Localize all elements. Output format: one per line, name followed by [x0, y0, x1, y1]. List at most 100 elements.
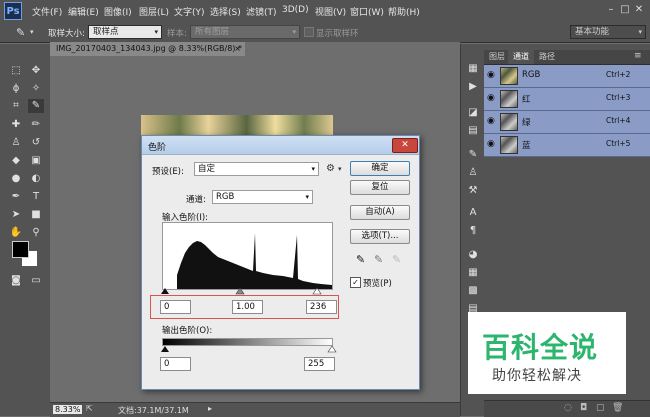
hand-tool-icon[interactable]: ✋	[8, 226, 24, 240]
menu-edit[interactable]: 编辑(E)	[68, 5, 99, 18]
character-panel-icon[interactable]: A	[465, 206, 481, 220]
channel-row-red[interactable]: ◉ 红 Ctrl+3	[484, 88, 650, 111]
quick-mask-icon[interactable]: ◙	[8, 274, 24, 288]
dialog-close-button[interactable]: ✕	[392, 138, 418, 153]
swatches-panel-icon[interactable]: ▦	[465, 266, 481, 280]
eye-icon[interactable]: ◉	[487, 70, 497, 80]
close-tab-icon[interactable]: ×	[234, 42, 241, 56]
minimize-button[interactable]: –	[604, 4, 618, 15]
dodge-tool-icon[interactable]: ◐	[28, 172, 44, 186]
eye-icon[interactable]: ◉	[487, 116, 497, 126]
eraser-tool-icon[interactable]: ◆	[8, 154, 24, 168]
path-select-icon[interactable]: ➤	[8, 208, 24, 222]
sample-size-select[interactable]: 取样点 ▾	[88, 25, 162, 39]
clone-stamp-icon[interactable]: ♙	[8, 136, 24, 150]
eyedropper-tool-icon[interactable]: ✎	[16, 26, 25, 39]
input-mid-slider-icon	[235, 287, 245, 295]
magic-wand-icon[interactable]: ✧	[28, 82, 44, 96]
menu-window[interactable]: 窗口(W)	[350, 5, 384, 18]
output-sliders[interactable]	[156, 345, 341, 353]
foreground-color-swatch-front[interactable]	[12, 241, 29, 258]
menu-view[interactable]: 视图(V)	[315, 5, 346, 18]
lasso-tool-icon[interactable]: ϕ	[8, 82, 24, 96]
channel-select[interactable]: RGB ▾	[212, 190, 313, 204]
tab-paths[interactable]: 路径	[534, 50, 560, 64]
menu-help[interactable]: 帮助(H)	[388, 5, 420, 18]
eye-icon[interactable]: ◉	[487, 93, 497, 103]
channel-row-green[interactable]: ◉ 绿 Ctrl+4	[484, 111, 650, 134]
blur-tool-icon[interactable]: ●	[8, 172, 24, 186]
tab-channels[interactable]: 通道	[508, 50, 534, 64]
type-tool-icon[interactable]: T	[28, 190, 44, 204]
adjustments-panel-icon[interactable]: ◪	[465, 106, 481, 120]
menu-image[interactable]: 图像(I)	[104, 5, 132, 18]
zoom-tool-icon[interactable]: ⚲	[28, 226, 44, 240]
auto-button[interactable]: 自动(A)	[350, 205, 410, 220]
input-white-field[interactable]: 236	[306, 300, 337, 314]
chevron-down-icon[interactable]: ▾	[338, 165, 342, 173]
crop-tool-icon[interactable]: ⌗	[8, 99, 24, 113]
panel-menu-icon[interactable]: ≡	[634, 51, 642, 61]
output-black-slider-icon	[161, 346, 169, 352]
styles-panel-icon[interactable]: ▩	[465, 284, 481, 298]
gradient-tool-icon[interactable]: ▣	[28, 154, 44, 168]
input-mid-field[interactable]: 1.00	[232, 300, 263, 314]
workspace-select[interactable]: 基本功能 ▾	[570, 25, 646, 39]
move-tool-icon[interactable]: ✥	[28, 64, 44, 78]
white-eyedropper-icon[interactable]: ✎	[392, 253, 401, 266]
tool-presets-icon[interactable]: ⚒	[465, 184, 481, 198]
paragraph-panel-icon[interactable]: ¶	[465, 224, 481, 238]
properties-panel-icon[interactable]: ▤	[465, 124, 481, 138]
menu-select[interactable]: 选择(S)	[210, 5, 241, 18]
screen-mode-icon[interactable]: ▭	[28, 274, 44, 288]
load-selection-icon[interactable]: ◌	[564, 403, 572, 413]
marquee-tool-icon[interactable]: ⬚	[8, 64, 24, 78]
show-ring-checkbox[interactable]	[304, 27, 314, 37]
eyedropper-active-icon[interactable]: ✎	[28, 99, 44, 113]
actions-panel-icon[interactable]: ▶	[465, 80, 481, 94]
black-eyedropper-icon[interactable]: ✎	[356, 253, 365, 266]
zoom-level[interactable]: 8.33%	[53, 405, 83, 414]
ok-button[interactable]: 确定	[350, 161, 410, 176]
menu-type[interactable]: 文字(Y)	[174, 5, 205, 18]
clone-source-icon[interactable]: ♙	[465, 166, 481, 180]
tab-layers[interactable]: 图层	[484, 50, 510, 64]
gear-icon[interactable]: ⚙	[326, 163, 335, 174]
output-black-field[interactable]: 0	[160, 357, 191, 371]
status-menu-arrow-icon[interactable]: ▸	[208, 404, 212, 413]
tool-preset-arrow-icon[interactable]: ▾	[30, 28, 34, 36]
save-selection-icon[interactable]: ◘	[580, 403, 587, 413]
maximize-button[interactable]: □	[618, 4, 632, 15]
document-tab[interactable]: IMG_20170403_134043.jpg @ 8.33%(RGB/8) *…	[50, 42, 245, 56]
menu-filter[interactable]: 滤镜(T)	[246, 5, 277, 18]
channel-row-rgb[interactable]: ◉ RGB Ctrl+2	[484, 65, 650, 88]
preset-select[interactable]: 自定 ▾	[194, 162, 319, 176]
menu-3d[interactable]: 3D(D)	[282, 5, 309, 15]
healing-brush-icon[interactable]: ✚	[8, 118, 24, 132]
input-sliders[interactable]	[156, 287, 341, 295]
input-black-field[interactable]: 0	[160, 300, 191, 314]
brush-tool-icon[interactable]: ✏	[28, 118, 44, 132]
channel-value: RGB	[216, 192, 235, 202]
history-panel-icon[interactable]: ▦	[465, 62, 481, 76]
preview-checkbox[interactable]: ✓	[350, 277, 361, 288]
channel-row-blue[interactable]: ◉ 蓝 Ctrl+5	[484, 134, 650, 157]
eye-icon[interactable]: ◉	[487, 139, 497, 149]
reset-button[interactable]: 复位	[350, 180, 410, 195]
new-channel-icon[interactable]: ▢	[596, 403, 605, 413]
history-brush-icon[interactable]: ↺	[28, 136, 44, 150]
color-panel-icon[interactable]: ◕	[465, 248, 481, 262]
gray-eyedropper-icon[interactable]: ✎	[374, 253, 383, 266]
menu-file[interactable]: 文件(F)	[32, 5, 62, 18]
close-window-button[interactable]: ✕	[632, 4, 646, 15]
output-white-field[interactable]: 255	[304, 357, 335, 371]
sample-select[interactable]: 所有图层 ▾	[190, 25, 300, 39]
options-button[interactable]: 选项(T)...	[350, 229, 410, 244]
brush-panel-icon[interactable]: ✎	[465, 148, 481, 162]
pen-tool-icon[interactable]: ✒	[8, 190, 24, 204]
delete-channel-icon[interactable]: 🗑	[612, 403, 623, 413]
menu-layer[interactable]: 图层(L)	[139, 5, 169, 18]
shape-tool-icon[interactable]: ■	[28, 208, 44, 222]
export-icon[interactable]: ⇱	[86, 404, 93, 413]
dialog-titlebar[interactable]: 色阶 ✕	[142, 136, 419, 155]
